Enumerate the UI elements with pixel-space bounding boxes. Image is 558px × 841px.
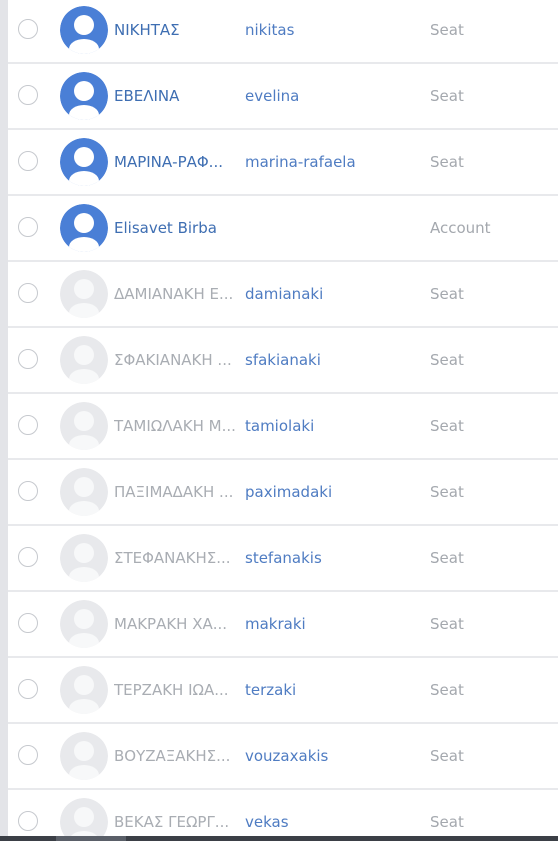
user-silhouette-icon: [60, 468, 108, 516]
user-display-name[interactable]: ΕΒΕΛΙΝΑ: [114, 86, 240, 106]
avatar: [60, 6, 108, 54]
avatar: [60, 600, 108, 648]
user-silhouette-icon: [60, 270, 108, 318]
user-display-name[interactable]: ΠΑΞΙΜΑΔΑΚΗ ...: [114, 482, 240, 502]
user-display-name[interactable]: ΜΑΚΡΑΚΗ ΧΑ...: [114, 614, 240, 634]
user-row[interactable]: ΒΕΚΑΣ ΓΕΩΡΓ... vekas Seat: [8, 790, 558, 841]
user-username[interactable]: terzaki: [245, 680, 296, 700]
user-silhouette-icon: [60, 732, 108, 780]
user-silhouette-icon: [60, 204, 108, 252]
avatar: [60, 798, 108, 841]
user-display-name[interactable]: ΤΕΡΖΑΚΗ ΙΩΑ...: [114, 680, 240, 700]
user-type-label: Seat: [430, 549, 464, 567]
user-silhouette-icon: [60, 138, 108, 186]
user-row[interactable]: ΜΑΡΙΝΑ-ΡΑΦ... marina-rafaela Seat: [8, 130, 558, 194]
row-select-checkbox[interactable]: [18, 85, 38, 105]
avatar: [60, 468, 108, 516]
user-type-label: Seat: [430, 813, 464, 831]
user-username[interactable]: vouzaxakis: [245, 746, 328, 766]
user-row[interactable]: ΔΑΜΙΑΝΑΚΗ Ε... damianaki Seat: [8, 262, 558, 326]
row-select-checkbox[interactable]: [18, 679, 38, 699]
user-username[interactable]: paximadaki: [245, 482, 332, 502]
user-silhouette-icon: [60, 336, 108, 384]
row-select-checkbox[interactable]: [18, 547, 38, 567]
user-username[interactable]: nikitas: [245, 20, 294, 40]
user-display-name[interactable]: Elisavet Birba: [114, 218, 240, 238]
user-username[interactable]: evelina: [245, 86, 299, 106]
user-type-label: Seat: [430, 483, 464, 501]
user-silhouette-icon: [60, 72, 108, 120]
user-row[interactable]: Elisavet Birba Account: [8, 196, 558, 260]
row-select-checkbox[interactable]: [18, 613, 38, 633]
user-list: ΝΙΚΗΤΑΣ nikitas Seat ΕΒΕΛΙΝΑ evelina Seat ΜΑΡΙ…: [8, 0, 558, 841]
avatar: [60, 666, 108, 714]
user-silhouette-icon: [60, 798, 108, 841]
user-type-label: Account: [430, 219, 491, 237]
user-type-label: Seat: [430, 747, 464, 765]
row-select-checkbox[interactable]: [18, 811, 38, 831]
user-list-screen: ΝΙΚΗΤΑΣ nikitas Seat ΕΒΕΛΙΝΑ evelina Seat ΜΑΡΙ…: [0, 0, 558, 841]
user-row[interactable]: ΝΙΚΗΤΑΣ nikitas Seat: [8, 0, 558, 62]
user-silhouette-icon: [60, 534, 108, 582]
horizontal-scrollbar[interactable]: [0, 836, 558, 841]
user-type-label: Seat: [430, 153, 464, 171]
user-username[interactable]: vekas: [245, 812, 289, 832]
user-row[interactable]: ΜΑΚΡΑΚΗ ΧΑ... makraki Seat: [8, 592, 558, 656]
user-type-label: Seat: [430, 87, 464, 105]
user-type-label: Seat: [430, 417, 464, 435]
user-display-name[interactable]: ΔΑΜΙΑΝΑΚΗ Ε...: [114, 284, 240, 304]
avatar: [60, 534, 108, 582]
avatar: [60, 402, 108, 450]
user-row[interactable]: ΣΦΑΚΙΑΝΑΚΗ ... sfakianaki Seat: [8, 328, 558, 392]
user-row[interactable]: ΕΒΕΛΙΝΑ evelina Seat: [8, 64, 558, 128]
user-username[interactable]: sfakianaki: [245, 350, 321, 370]
row-select-checkbox[interactable]: [18, 415, 38, 435]
row-select-checkbox[interactable]: [18, 745, 38, 765]
row-select-checkbox[interactable]: [18, 19, 38, 39]
user-row[interactable]: ΒΟΥΖΑΞΑΚΗΣ... vouzaxakis Seat: [8, 724, 558, 788]
scrollbar-thumb[interactable]: [56, 836, 126, 841]
user-username[interactable]: stefanakis: [245, 548, 322, 568]
avatar: [60, 138, 108, 186]
user-type-label: Seat: [430, 21, 464, 39]
user-display-name[interactable]: ΤΑΜΙΩΛΑΚΗ Μ...: [114, 416, 240, 436]
avatar: [60, 204, 108, 252]
user-display-name[interactable]: ΝΙΚΗΤΑΣ: [114, 20, 240, 40]
user-silhouette-icon: [60, 6, 108, 54]
avatar: [60, 72, 108, 120]
user-display-name[interactable]: ΒΕΚΑΣ ΓΕΩΡΓ...: [114, 812, 240, 832]
user-type-label: Seat: [430, 681, 464, 699]
row-select-checkbox[interactable]: [18, 481, 38, 501]
user-username[interactable]: tamiolaki: [245, 416, 314, 436]
user-silhouette-icon: [60, 402, 108, 450]
left-panel-edge: [0, 0, 8, 841]
user-username[interactable]: damianaki: [245, 284, 323, 304]
row-select-checkbox[interactable]: [18, 217, 38, 237]
row-select-checkbox[interactable]: [18, 349, 38, 369]
user-row[interactable]: ΣΤΕΦΑΝΑΚΗΣ... stefanakis Seat: [8, 526, 558, 590]
user-username[interactable]: makraki: [245, 614, 306, 634]
row-select-checkbox[interactable]: [18, 151, 38, 171]
user-silhouette-icon: [60, 600, 108, 648]
user-username[interactable]: marina-rafaela: [245, 152, 356, 172]
user-row[interactable]: ΠΑΞΙΜΑΔΑΚΗ ... paximadaki Seat: [8, 460, 558, 524]
user-display-name[interactable]: ΣΦΑΚΙΑΝΑΚΗ ...: [114, 350, 240, 370]
user-type-label: Seat: [430, 351, 464, 369]
user-row[interactable]: ΤΑΜΙΩΛΑΚΗ Μ... tamiolaki Seat: [8, 394, 558, 458]
user-display-name[interactable]: ΒΟΥΖΑΞΑΚΗΣ...: [114, 746, 240, 766]
avatar: [60, 336, 108, 384]
user-display-name[interactable]: ΣΤΕΦΑΝΑΚΗΣ...: [114, 548, 240, 568]
avatar: [60, 732, 108, 780]
user-type-label: Seat: [430, 615, 464, 633]
row-select-checkbox[interactable]: [18, 283, 38, 303]
user-row[interactable]: ΤΕΡΖΑΚΗ ΙΩΑ... terzaki Seat: [8, 658, 558, 722]
user-display-name[interactable]: ΜΑΡΙΝΑ-ΡΑΦ...: [114, 152, 240, 172]
avatar: [60, 270, 108, 318]
user-type-label: Seat: [430, 285, 464, 303]
user-silhouette-icon: [60, 666, 108, 714]
